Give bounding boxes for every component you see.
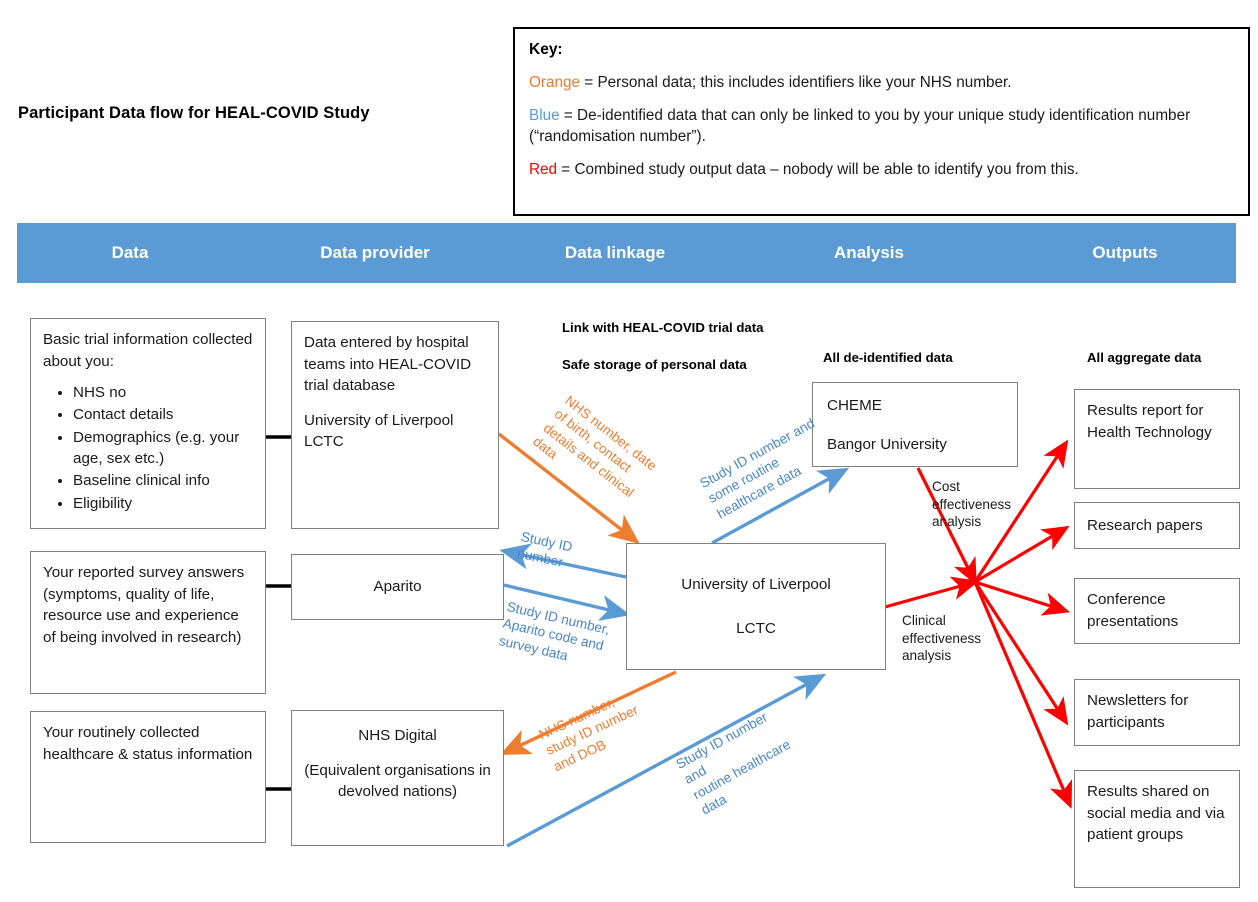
key-text-orange: = Personal data; this includes identifie…: [580, 74, 1012, 91]
bullet-nhs-no: NHS no: [73, 382, 253, 403]
caption-study-id-number: Study ID number: [516, 528, 574, 571]
key-text-blue: = De-identified data that can only be li…: [529, 107, 1191, 146]
label-clinical-effectiveness-analysis: Clinical effectiveness analysis: [902, 613, 982, 664]
key-line-red: Red = Combined study output data – nobod…: [529, 159, 1234, 180]
output-label-results-report: Results report for Health Technology: [1087, 402, 1212, 441]
box-output-conference-presentations: Conference presentations: [1074, 578, 1240, 644]
column-header-outputs: Outputs: [1092, 243, 1158, 262]
box-aparito: Aparito: [291, 554, 504, 620]
output-label-research-papers: Research papers: [1087, 516, 1203, 534]
output-label-social-media: Results shared on social media and via p…: [1087, 783, 1225, 844]
box-university-of-liverpool-lctc: University of Liverpool LCTC: [626, 543, 886, 670]
cheme-university: Bangor University: [827, 435, 947, 453]
key-term-orange: Orange: [529, 74, 581, 91]
lctc-acronym-line: LCTC: [736, 619, 776, 637]
caption-nhs-number-dob-clinical: NHS number, date of birth, contact detai…: [530, 392, 660, 500]
arrow-red-to-social-media: [973, 581, 1073, 809]
box-output-results-report: Results report for Health Technology: [1074, 389, 1240, 489]
hospital-entry-text: Data entered by hospital teams into HEAL…: [304, 334, 472, 395]
key-term-blue: Blue: [529, 107, 560, 125]
bullet-baseline-clinical: Baseline clinical info: [73, 470, 253, 491]
diagram-canvas: Participant Data flow for HEAL-COVID Stu…: [0, 0, 1258, 902]
cheme-name: CHEME: [827, 397, 882, 414]
nhs-digital-name: NHS Digital: [358, 727, 437, 744]
survey-answers-text: Your reported survey answers (symptoms, …: [43, 564, 245, 646]
aparito-label: Aparito: [373, 578, 422, 596]
box-basic-trial-information: Basic trial information collected about …: [30, 318, 266, 529]
output-label-conference-presentations: Conference presentations: [1087, 591, 1179, 630]
box-output-research-papers: Research papers: [1074, 502, 1240, 549]
caption-study-id-routine-healthcare: Study ID number and routine healthcare d…: [673, 709, 793, 818]
output-label-newsletters: Newsletters for participants: [1087, 692, 1189, 731]
basic-trial-bullets: NHS no Contact details Demographics (e.g…: [43, 382, 253, 514]
nhs-digital-equivalent: (Equivalent organisations in devolved na…: [304, 761, 491, 801]
routine-healthcare-text: Your routinely collected healthcare & st…: [43, 724, 253, 763]
column-header-data-linkage: Data linkage: [564, 243, 666, 262]
box-hospital-data-entry: Data entered by hospital teams into HEAL…: [291, 321, 499, 529]
bullet-eligibility: Eligibility: [73, 493, 253, 514]
arrow-red-to-newsletters: [973, 581, 1069, 726]
column-header-band: Data Data provider Data linkage Analysis…: [17, 223, 1236, 283]
key-text-red: = Combined study output data – nobody wi…: [557, 161, 1079, 179]
box-cheme-bangor: CHEME Bangor University: [812, 382, 1018, 467]
arrow-red-to-research-papers: [974, 525, 1070, 584]
key-legend-box: Key: Orange = Personal data; this includ…: [513, 27, 1250, 216]
bullet-contact-details: Contact details: [73, 404, 253, 425]
basic-trial-intro: Basic trial information collected about …: [43, 331, 253, 370]
heading-link-with-trial-data: Link with HEAL-COVID trial data: [562, 320, 764, 335]
caption-nhs-number-studyid-dob: NHS number, study ID number and DOB: [536, 694, 641, 775]
box-output-social-media: Results shared on social media and via p…: [1074, 770, 1240, 888]
box-routinely-collected-healthcare: Your routinely collected healthcare & st…: [30, 711, 266, 843]
lctc-university-line: University of Liverpool: [681, 575, 831, 593]
key-line-blue: Blue = De-identified data that can only …: [529, 105, 1234, 147]
page-title: Participant Data flow for HEAL-COVID Stu…: [18, 104, 370, 122]
heading-all-deidentified-data: All de-identified data: [823, 350, 953, 365]
caption-study-id-aparito-survey: Study ID number, Aparito code and survey…: [497, 598, 612, 664]
key-line-orange: Orange = Personal data; this includes id…: [529, 72, 1234, 93]
key-term-red: Red: [529, 161, 558, 179]
column-header-analysis: Analysis: [834, 243, 904, 262]
column-header-data: Data: [111, 243, 149, 262]
box-output-newsletters: Newsletters for participants: [1074, 679, 1240, 746]
arrow-red-lctc-to-junction: [884, 576, 980, 609]
column-header-data-provider: Data provider: [320, 243, 430, 262]
box-nhs-digital: NHS Digital (Equivalent organisations in…: [291, 710, 504, 846]
arrow-red-to-conference: [974, 580, 1070, 616]
bullet-demographics: Demographics (e.g. your age, sex etc.): [73, 427, 253, 470]
caption-study-id-some-routine-healthcare: Study ID number and some routine healthc…: [697, 415, 818, 522]
box-reported-survey-answers: Your reported survey answers (symptoms, …: [30, 551, 266, 694]
key-heading: Key:: [529, 41, 563, 58]
heading-safe-storage: Safe storage of personal data: [562, 357, 747, 372]
label-cost-effectiveness-analysis: Cost effectiveness analysis: [932, 479, 1012, 530]
heading-all-aggregate-data: All aggregate data: [1087, 350, 1202, 365]
hospital-entry-org: University of Liverpool LCTC: [304, 411, 454, 451]
